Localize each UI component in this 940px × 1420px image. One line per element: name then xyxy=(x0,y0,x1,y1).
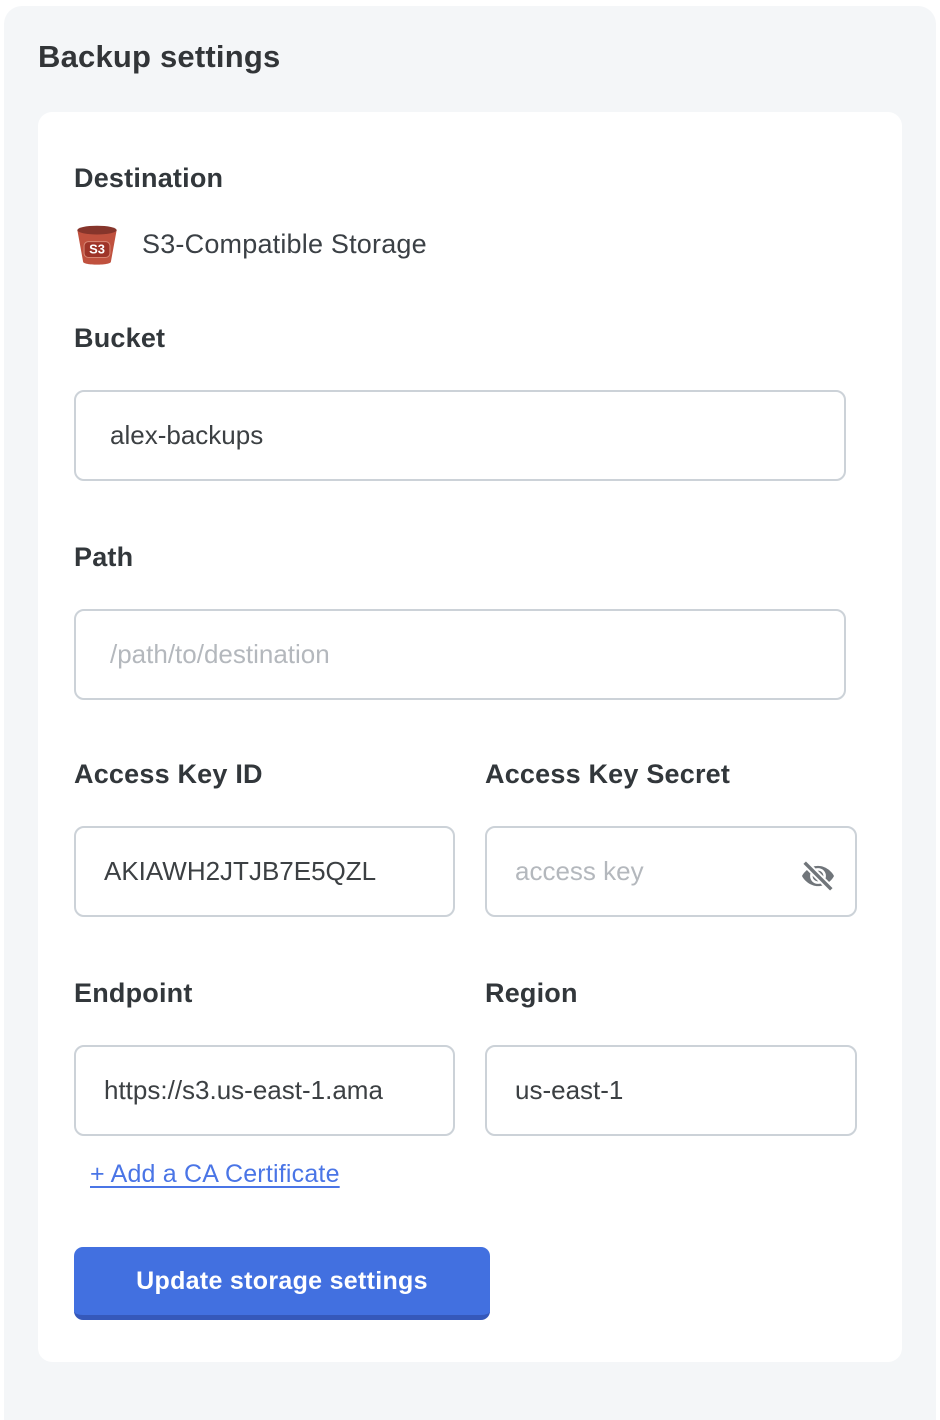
access-key-row: Access Key ID Access Key Secret xyxy=(74,758,846,917)
destination-value: S3-Compatible Storage xyxy=(142,229,427,260)
add-ca-certificate-link[interactable]: + Add a CA Certificate xyxy=(90,1160,340,1189)
svg-text:S3: S3 xyxy=(89,242,105,257)
page-title: Backup settings xyxy=(4,6,936,76)
access-key-id-input[interactable] xyxy=(74,826,455,917)
access-key-secret-field xyxy=(485,826,857,917)
path-input[interactable] xyxy=(74,609,846,700)
eye-slash-icon[interactable] xyxy=(799,857,837,895)
page-background: Backup settings Destination S3 S3-Compat… xyxy=(4,6,936,1420)
bucket-label: Bucket xyxy=(74,322,846,354)
update-storage-settings-button[interactable]: Update storage settings xyxy=(74,1247,490,1320)
bucket-input[interactable] xyxy=(74,390,846,481)
destination-row: S3 S3-Compatible Storage xyxy=(74,220,846,268)
endpoint-region-row: Endpoint Region xyxy=(74,977,846,1136)
access-key-secret-label: Access Key Secret xyxy=(485,758,857,790)
endpoint-input[interactable] xyxy=(74,1045,455,1136)
path-label: Path xyxy=(74,541,846,573)
endpoint-label: Endpoint xyxy=(74,977,455,1009)
region-label: Region xyxy=(485,977,857,1009)
backup-settings-card: Destination S3 S3-Compatible Storage Buc… xyxy=(38,112,902,1362)
region-input[interactable] xyxy=(485,1045,857,1136)
access-key-id-label: Access Key ID xyxy=(74,758,455,790)
destination-label: Destination xyxy=(74,162,846,194)
s3-bucket-icon: S3 xyxy=(74,221,120,267)
